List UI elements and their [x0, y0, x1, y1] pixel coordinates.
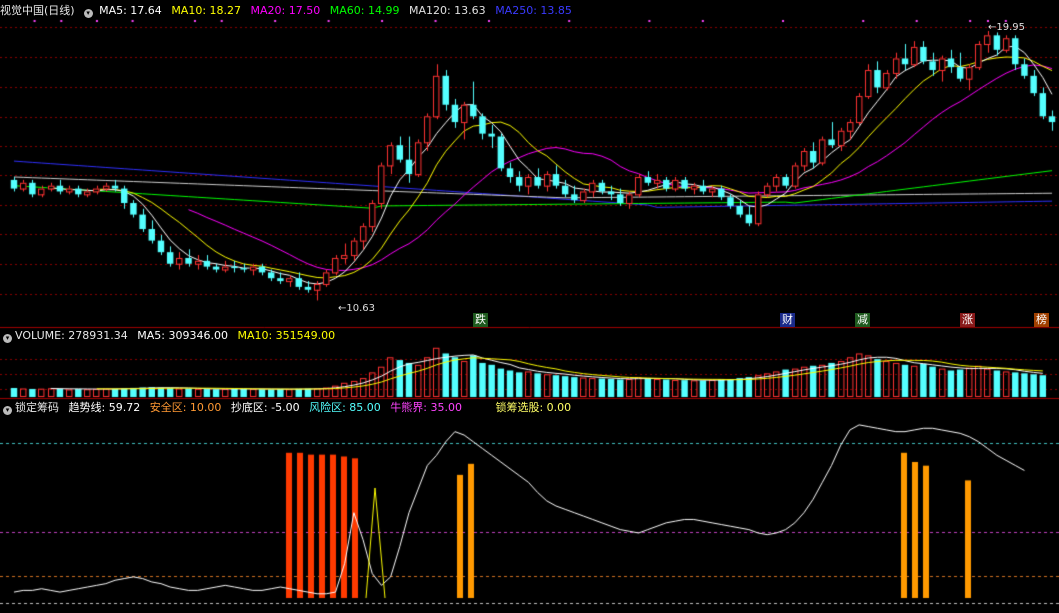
- event-tag-bang[interactable]: 榜: [1034, 313, 1049, 327]
- trend-line-label: 趋势线: 59.72: [68, 401, 141, 414]
- volume-panel-header: ▾ VOLUME: 278931.34 MA5: 309346.00 MA10: …: [0, 328, 341, 344]
- stock-chart-canvas[interactable]: [0, 0, 1059, 613]
- event-tag-die[interactable]: 跌: [473, 313, 488, 327]
- indicator-title: 锁定筹码: [15, 401, 59, 414]
- volume-title: VOLUME: 278931.34: [15, 329, 128, 342]
- event-tag-jian[interactable]: 减: [855, 313, 870, 327]
- ma5-label: MA5: 17.64: [99, 4, 162, 17]
- ma20-label: MA20: 17.50: [250, 4, 321, 17]
- dropdown-circle-icon[interactable]: ▾: [3, 334, 12, 343]
- ma10-label: MA10: 18.27: [171, 4, 242, 17]
- event-tag-cai[interactable]: 财: [780, 313, 795, 327]
- volume-ma5-label: MA5: 309346.00: [137, 329, 228, 342]
- high-price-annotation: ←19.95: [988, 22, 1026, 33]
- ma60-label: MA60: 14.99: [329, 4, 400, 17]
- ma120-label: MA120: 13.63: [408, 4, 486, 17]
- stock-title[interactable]: 视觉中国(日线): [0, 4, 75, 17]
- event-tag-zhang[interactable]: 涨: [960, 313, 975, 327]
- dropdown-circle-icon[interactable]: ▾: [83, 9, 93, 18]
- lock-select-label: 锁筹选股: 0.00: [495, 401, 572, 414]
- low-price-annotation: ←10.63: [338, 303, 376, 314]
- risk-zone-label: 风险区: 85.00: [309, 401, 381, 414]
- indicator-panel-header: ▾ 锁定筹码 趋势线: 59.72 安全区: 10.00 抄底区: -5.00 风…: [0, 400, 577, 416]
- ma250-label: MA250: 13.85: [495, 4, 572, 17]
- price-panel-header: 视觉中国(日线) ▾ MA5: 17.64 MA10: 18.27 MA20: 1…: [0, 3, 578, 19]
- dropdown-circle-icon[interactable]: ▾: [3, 406, 12, 415]
- bottom-zone-label: 抄底区: -5.00: [230, 401, 300, 414]
- safe-zone-label: 安全区: 10.00: [149, 401, 222, 414]
- volume-ma10-label: MA10: 351549.00: [237, 329, 336, 342]
- bull-bear-label: 牛熊界: 35.00: [390, 401, 462, 414]
